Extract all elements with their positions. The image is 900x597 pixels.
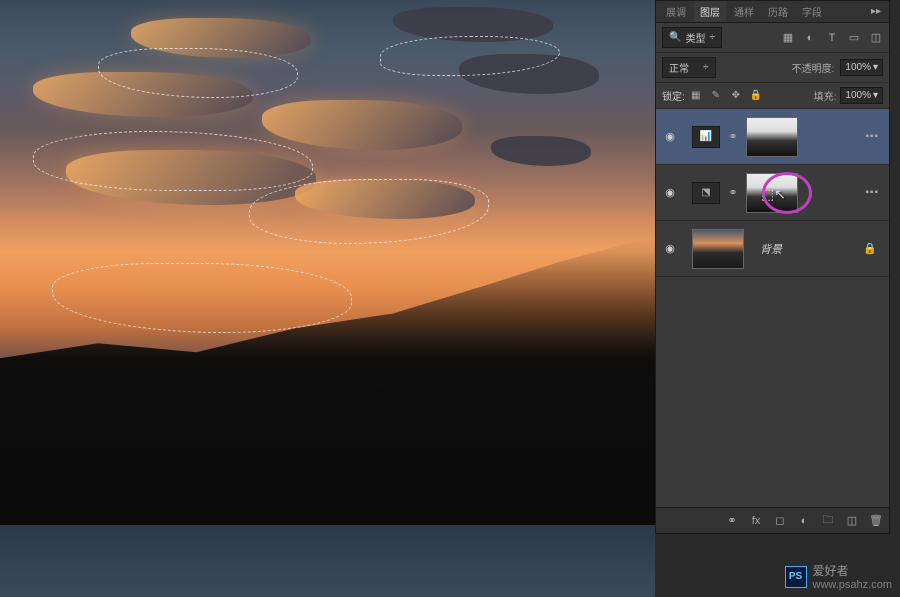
layer-options-icon[interactable]: ▪▪▪ bbox=[861, 187, 883, 198]
canvas-area[interactable] bbox=[0, 0, 655, 597]
watermark-url: www.psahz.com bbox=[813, 579, 892, 591]
filter-pixel-icon[interactable]: ▦ bbox=[781, 31, 795, 45]
lock-label: 锁定: bbox=[662, 88, 685, 103]
tab-channels[interactable]: 通样 bbox=[728, 1, 760, 22]
blend-mode-row: 正常 ÷ 不透明度: 100% ▾ bbox=[656, 53, 889, 83]
delete-layer-icon[interactable]: 🗑 bbox=[869, 514, 883, 528]
tab-adjustments[interactable]: 展调 bbox=[660, 1, 692, 22]
visibility-toggle[interactable]: ◉ bbox=[662, 185, 678, 201]
lock-position-icon[interactable]: ✥ bbox=[729, 89, 743, 103]
layer-row-adjustment-2[interactable]: ◉ ⬔ ⚭ ⬚↖ ▪▪▪ bbox=[656, 165, 889, 221]
fill-label: 填充: bbox=[814, 88, 837, 103]
add-mask-icon[interactable]: ◻ bbox=[773, 514, 787, 528]
link-layers-icon[interactable]: ⚭ bbox=[725, 514, 739, 528]
filter-smart-icon[interactable]: ◫ bbox=[869, 31, 883, 45]
layer-options-icon[interactable]: ▪▪▪ bbox=[861, 131, 883, 142]
lock-row: 锁定: ▦ ✎ ✥ 🔒 填充: 100% ▾ bbox=[656, 83, 889, 109]
blend-mode-value: 正常 bbox=[669, 60, 689, 75]
search-icon: 🔍 bbox=[669, 32, 681, 43]
chevron-down-icon: ▾ bbox=[873, 62, 878, 73]
document-image bbox=[0, 0, 655, 597]
link-mask-icon[interactable]: ⚭ bbox=[726, 130, 740, 143]
lock-transparency-icon[interactable]: ▦ bbox=[689, 89, 703, 103]
layer-effects-icon[interactable]: fx bbox=[749, 514, 763, 528]
layers-list: ◉ 📊 ⚭ ▪▪▪ ◉ ⬔ ⚭ ⬚↖ ▪▪▪ ◉ 背景 🔒 bbox=[656, 109, 889, 277]
dropdown-icon: ÷ bbox=[709, 32, 715, 43]
layer-mask-thumbnail[interactable]: ⬚↖ bbox=[746, 173, 798, 213]
layer-row-adjustment-1[interactable]: ◉ 📊 ⚭ ▪▪▪ bbox=[656, 109, 889, 165]
layers-panel: 展调 图层 通样 历路 字段 ▸▸ 🔍 类型 ÷ ▦ ◐ T ▭ ◫ 正常 ÷ … bbox=[655, 0, 890, 534]
tab-layers[interactable]: 图层 bbox=[694, 1, 726, 22]
tab-paths[interactable]: 历路 bbox=[762, 1, 794, 22]
fill-value-text: 100% bbox=[845, 90, 871, 101]
filter-type-icon[interactable]: T bbox=[825, 31, 839, 45]
load-selection-cursor-icon: ⬚↖ bbox=[761, 186, 786, 203]
opacity-label: 不透明度: bbox=[792, 60, 835, 75]
tab-paragraph[interactable]: 字段 bbox=[796, 1, 828, 22]
ps-logo-icon: PS bbox=[785, 566, 807, 588]
dropdown-icon: ÷ bbox=[703, 62, 709, 73]
panel-footer: ⚭ fx ◻ ◐ 🗀 ◫ 🗑 bbox=[656, 507, 889, 533]
levels-adjustment-icon[interactable]: 📊 bbox=[692, 126, 720, 148]
filter-type-dropdown[interactable]: 🔍 类型 ÷ bbox=[662, 27, 722, 48]
visibility-toggle[interactable]: ◉ bbox=[662, 129, 678, 145]
chevron-down-icon: ▾ bbox=[873, 90, 878, 101]
lock-pixels-icon[interactable]: ✎ bbox=[709, 89, 723, 103]
layer-name-background[interactable]: 背景 bbox=[760, 241, 782, 257]
curves-adjustment-icon[interactable]: ⬔ bbox=[692, 182, 720, 204]
layer-thumbnail[interactable] bbox=[692, 229, 744, 269]
lock-all-icon[interactable]: 🔒 bbox=[749, 89, 763, 103]
background-lock-icon[interactable]: 🔒 bbox=[857, 242, 883, 255]
new-layer-icon[interactable]: ◫ bbox=[845, 514, 859, 528]
lock-icons: ▦ ✎ ✥ 🔒 bbox=[689, 89, 763, 103]
filter-adjustment-icon[interactable]: ◐ bbox=[803, 31, 817, 45]
layer-filter-row: 🔍 类型 ÷ ▦ ◐ T ▭ ◫ bbox=[656, 23, 889, 53]
panel-menu-icon[interactable]: ▸▸ bbox=[867, 6, 885, 17]
fill-input[interactable]: 100% ▾ bbox=[840, 87, 883, 104]
panel-empty-area bbox=[656, 277, 889, 507]
water-region bbox=[0, 525, 655, 597]
layer-mask-thumbnail[interactable] bbox=[746, 117, 798, 157]
new-adjustment-icon[interactable]: ◐ bbox=[797, 514, 811, 528]
watermark-brand: 爱好者 bbox=[813, 562, 892, 579]
panel-tabs: 展调 图层 通样 历路 字段 ▸▸ bbox=[656, 1, 889, 23]
new-group-icon[interactable]: 🗀 bbox=[821, 514, 835, 528]
filter-icons: ▦ ◐ T ▭ ◫ bbox=[781, 31, 883, 45]
blend-mode-dropdown[interactable]: 正常 ÷ bbox=[662, 57, 716, 78]
visibility-toggle[interactable]: ◉ bbox=[662, 241, 678, 257]
layer-row-background[interactable]: ◉ 背景 🔒 bbox=[656, 221, 889, 277]
link-mask-icon[interactable]: ⚭ bbox=[726, 186, 740, 199]
filter-type-label: 类型 bbox=[685, 30, 705, 45]
opacity-value-text: 100% bbox=[845, 62, 871, 73]
watermark: PS 爱好者 www.psahz.com bbox=[785, 562, 892, 591]
filter-shape-icon[interactable]: ▭ bbox=[847, 31, 861, 45]
opacity-input[interactable]: 100% ▾ bbox=[840, 59, 883, 76]
